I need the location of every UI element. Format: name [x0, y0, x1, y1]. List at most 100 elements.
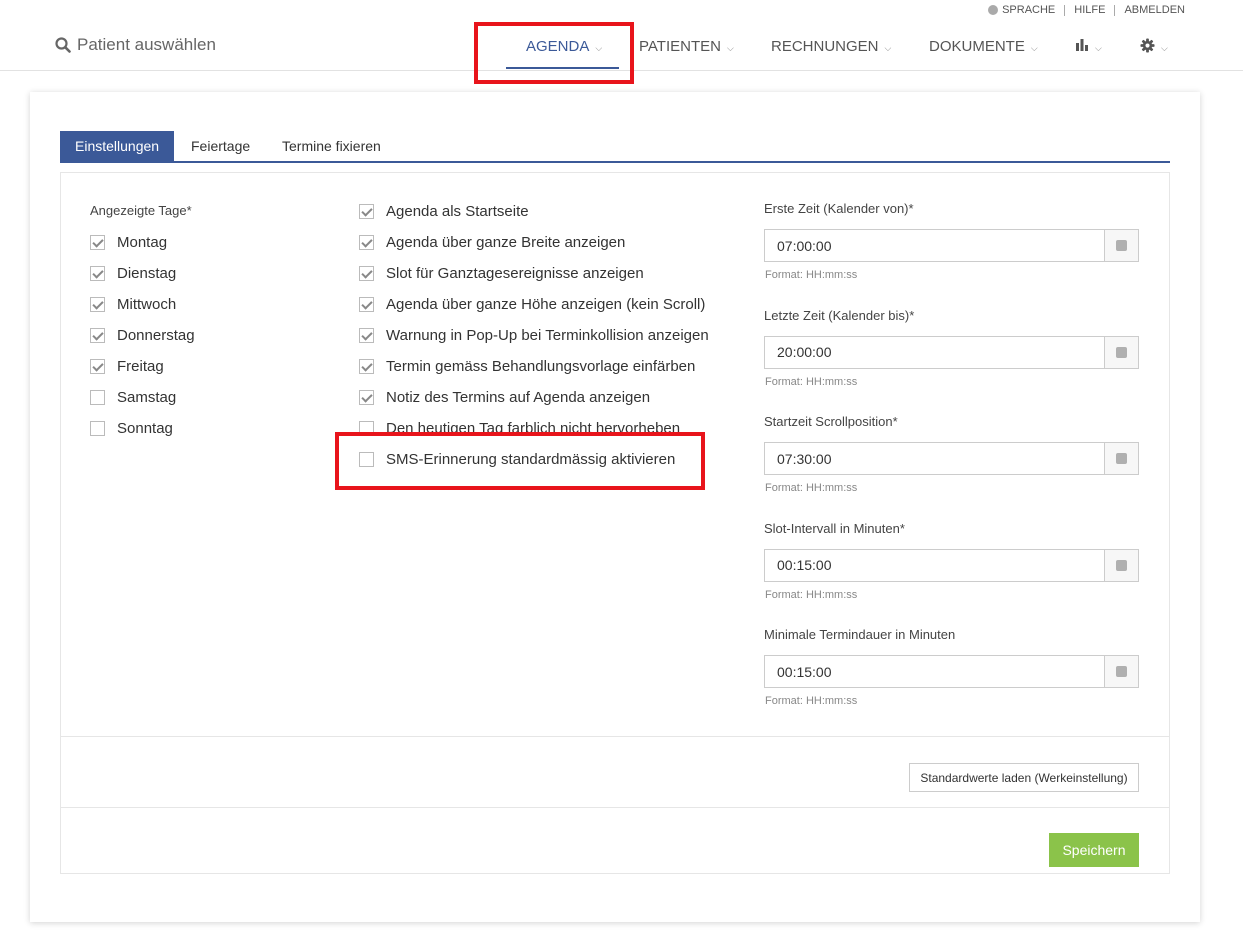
checkbox[interactable] [90, 359, 105, 374]
option-checkbox-row[interactable]: Agenda über ganze Höhe anzeigen (kein Sc… [359, 296, 705, 313]
checkbox[interactable] [90, 297, 105, 312]
nav-statistics[interactable]: ⌵ [1075, 38, 1102, 55]
tab-settings[interactable]: Einstellungen [60, 131, 175, 161]
search-icon [55, 37, 71, 53]
checkbox[interactable] [90, 421, 105, 436]
option-checkbox-row[interactable]: Notiz des Termins auf Agenda anzeigen [359, 389, 650, 406]
clock-icon [1116, 453, 1127, 464]
nav-patients-label: PATIENTEN [639, 38, 721, 55]
checkbox[interactable] [359, 204, 374, 219]
format-hint: Format: HH:mm:ss [765, 269, 858, 281]
nav-settings[interactable]: ⌵ [1140, 38, 1168, 55]
highlight-box-agenda [474, 22, 634, 84]
checkbox-label: Notiz des Termins auf Agenda anzeigen [386, 389, 651, 406]
checkbox-label: Warnung in Pop-Up bei Terminkollision an… [386, 327, 709, 344]
clock-icon [1116, 666, 1127, 677]
chevron-down-icon: ⌵ [1161, 43, 1168, 53]
chevron-down-icon: ⌵ [1095, 43, 1102, 53]
field-label: Letzte Zeit (Kalender bis)* [764, 307, 915, 323]
option-checkbox-row[interactable]: Slot für Ganztagesereignisse anzeigen [359, 265, 644, 282]
checkbox-label: Agenda als Startseite [386, 203, 529, 220]
nav-patients[interactable]: PATIENTEN ⌵ [639, 38, 734, 55]
checkbox[interactable] [90, 266, 105, 281]
field-label: Minimale Termindauer in Minuten [764, 627, 956, 642]
checkbox[interactable] [359, 390, 374, 405]
checkbox[interactable] [90, 390, 105, 405]
checkbox-label: Agenda über ganze Höhe anzeigen (kein Sc… [386, 296, 706, 313]
divider [61, 736, 1169, 737]
settings-card: Einstellungen Feiertage Termine fixieren… [30, 92, 1200, 922]
checkbox-label: Slot für Ganztagesereignisse anzeigen [386, 265, 644, 282]
checkbox[interactable] [90, 328, 105, 343]
tab-bar: Einstellungen Feiertage Termine fixieren [60, 131, 1170, 163]
chevron-down-icon: ⌵ [1030, 43, 1038, 53]
field-label: Slot-Intervall in Minuten* [764, 520, 905, 536]
nav-documents-label: DOKUMENTE [929, 38, 1025, 55]
format-hint: Format: HH:mm:ss [765, 695, 858, 707]
checkbox[interactable] [359, 235, 374, 250]
day-checkbox-row[interactable]: Donnerstag [90, 327, 195, 344]
time-picker-button[interactable] [1104, 230, 1138, 261]
time-input[interactable] [765, 336, 1104, 368]
option-checkbox-row[interactable]: Warnung in Pop-Up bei Terminkollision an… [359, 327, 709, 344]
day-checkbox-row[interactable]: Sonntag [90, 420, 173, 437]
highlight-box-sms-reminder [335, 432, 705, 490]
field-label: Erste Zeit (Kalender von)* [764, 201, 914, 216]
format-hint: Format: HH:mm:ss [765, 482, 858, 494]
patient-search[interactable]: Patient auswählen [55, 35, 216, 55]
format-hint: Format: HH:mm:ss [765, 588, 858, 601]
time-input-group [764, 655, 1139, 688]
settings-panel: Angezeigte Tage* Montag Dienstag Mittwoch D… [60, 172, 1170, 874]
day-checkbox-row[interactable]: Montag [90, 234, 167, 251]
checkbox-label: Dienstag [117, 265, 177, 282]
option-checkbox-row[interactable]: Agenda als Startseite [359, 203, 529, 220]
time-input-group [764, 335, 1139, 369]
day-checkbox-row[interactable]: Mittwoch [90, 296, 176, 313]
time-input[interactable] [765, 656, 1104, 687]
option-checkbox-row[interactable]: Termin gemäss Behandlungsvorlage einfärb… [359, 358, 695, 375]
checkbox-label: Agenda über ganze Breite anzeigen [386, 234, 626, 251]
time-input-group [764, 548, 1139, 582]
days-label: Angezeigte Tage* [90, 203, 192, 218]
day-checkbox-row[interactable]: Freitag [90, 358, 164, 375]
checkbox-label: Montag [117, 234, 168, 251]
checkbox-label: Sonntag [117, 420, 173, 437]
patient-search-label: Patient auswählen [77, 35, 216, 54]
field-label: Startzeit Scrollposition* [764, 414, 898, 429]
checkbox-label: Mittwoch [117, 296, 177, 313]
checkbox[interactable] [359, 328, 374, 343]
tab-holidays[interactable]: Feiertage [191, 131, 250, 161]
option-checkbox-row[interactable]: Agenda über ganze Breite anzeigen [359, 234, 625, 251]
time-input[interactable] [765, 549, 1104, 581]
time-input-group [764, 442, 1139, 475]
time-picker-button[interactable] [1104, 549, 1138, 581]
time-input-group [764, 229, 1139, 262]
gear-icon [1140, 38, 1155, 53]
nav-invoices[interactable]: RECHNUNGEN ⌵ [771, 38, 891, 55]
tab-fix-appointments[interactable]: Termine fixieren [282, 131, 381, 161]
load-defaults-button[interactable]: Standardwerte laden (Werkeinstellung) [909, 763, 1139, 792]
checkbox[interactable] [359, 266, 374, 281]
format-hint: Format: HH:mm:ss [765, 375, 858, 388]
time-picker-button[interactable] [1104, 656, 1138, 687]
time-picker-button[interactable] [1104, 443, 1138, 474]
clock-icon [1116, 346, 1127, 358]
time-input[interactable] [765, 443, 1104, 474]
divider [61, 807, 1169, 808]
save-button[interactable]: Speichern [1049, 833, 1139, 867]
day-checkbox-row[interactable]: Samstag [90, 389, 176, 406]
time-picker-button[interactable] [1104, 336, 1138, 368]
checkbox[interactable] [359, 359, 374, 374]
checkbox-label: Freitag [117, 358, 164, 375]
checkbox[interactable] [359, 297, 374, 312]
day-checkbox-row[interactable]: Dienstag [90, 265, 176, 282]
clock-icon [1116, 240, 1127, 251]
chevron-down-icon: ⌵ [726, 43, 734, 53]
checkbox-label: Termin gemäss Behandlungsvorlage einfärb… [386, 358, 696, 375]
checkbox-label: Samstag [117, 389, 177, 406]
nav-documents[interactable]: DOKUMENTE ⌵ [929, 38, 1038, 55]
checkbox-label: Donnerstag [117, 327, 195, 344]
checkbox[interactable] [90, 235, 105, 250]
time-input[interactable] [765, 230, 1104, 261]
nav-invoices-label: RECHNUNGEN [771, 38, 879, 55]
